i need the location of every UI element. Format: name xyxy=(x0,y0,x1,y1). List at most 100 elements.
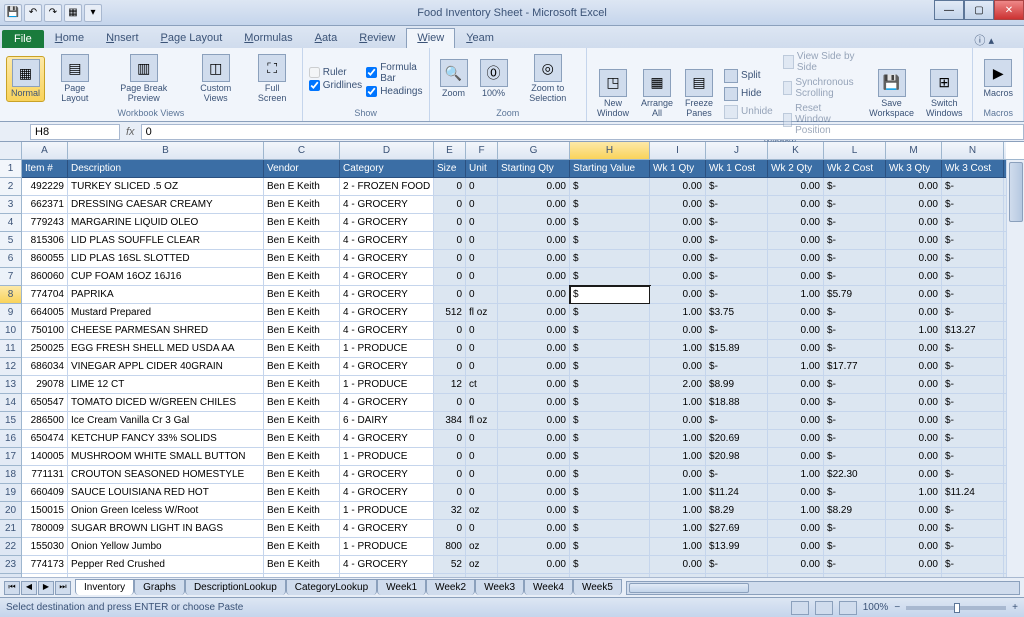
cell[interactable]: 0 xyxy=(434,520,466,538)
cell[interactable]: $ - xyxy=(942,268,1004,286)
cell[interactable]: 1.00 xyxy=(650,502,706,520)
header-cell[interactable]: Wk 2 Cost xyxy=(824,160,886,178)
cell[interactable]: 0 xyxy=(434,430,466,448)
cell[interactable]: 512 xyxy=(434,304,466,322)
cell[interactable]: 0.00 xyxy=(886,376,942,394)
cell[interactable]: 0.00 xyxy=(498,412,570,430)
cell[interactable]: $ xyxy=(570,484,650,502)
cell[interactable]: LIME 12 CT xyxy=(68,376,264,394)
cell[interactable]: 155030 xyxy=(22,538,68,556)
row-header-12[interactable]: 12 xyxy=(0,358,22,376)
switch-windows-button[interactable]: ⊞Switch Windows xyxy=(922,67,967,121)
zoom-slider[interactable] xyxy=(906,606,1006,610)
cell[interactable]: $ 17.77 xyxy=(824,358,886,376)
cell[interactable]: $ xyxy=(570,574,650,577)
cell[interactable]: $ - xyxy=(824,322,886,340)
cell[interactable]: 660409 xyxy=(22,484,68,502)
cell[interactable]: $ xyxy=(570,322,650,340)
header-cell[interactable]: Wk 2 Qty xyxy=(768,160,824,178)
cell[interactable]: $ - xyxy=(706,322,768,340)
cell[interactable]: 0.00 xyxy=(650,250,706,268)
cell[interactable]: 0 xyxy=(466,484,498,502)
cell[interactable]: 0.00 xyxy=(768,196,824,214)
zoom-out-button[interactable]: − xyxy=(894,602,900,613)
cell[interactable]: 0 xyxy=(434,196,466,214)
cell[interactable]: 0.00 xyxy=(886,556,942,574)
cell[interactable]: 929919 xyxy=(22,574,68,577)
cell[interactable]: 0.00 xyxy=(650,412,706,430)
header-cell[interactable]: Size xyxy=(434,160,466,178)
cell[interactable]: LID PLAS 16SL SLOTTED xyxy=(68,250,264,268)
cell[interactable]: 0.00 xyxy=(886,178,942,196)
cell[interactable]: 0.00 xyxy=(650,232,706,250)
cell[interactable]: 140005 xyxy=(22,448,68,466)
cell[interactable]: 1 - PRODUCE xyxy=(340,340,434,358)
col-header-I[interactable]: I xyxy=(650,142,706,160)
maximize-button[interactable]: ▢ xyxy=(964,0,994,20)
cell[interactable]: 0.00 xyxy=(886,196,942,214)
row-header-7[interactable]: 7 xyxy=(0,268,22,286)
cell[interactable]: 52 xyxy=(434,556,466,574)
cell[interactable]: $ xyxy=(570,178,650,196)
zoom-button[interactable]: 🔍Zoom xyxy=(436,57,472,101)
tab-formulas[interactable]: Mormulas xyxy=(233,28,303,48)
cell[interactable]: $ 13.27 xyxy=(942,322,1004,340)
cell[interactable]: 0 xyxy=(434,448,466,466)
cell[interactable]: 0 xyxy=(466,232,498,250)
cell[interactable]: 0 xyxy=(434,484,466,502)
zoom-in-button[interactable]: + xyxy=(1012,602,1018,613)
column-headers[interactable]: ABCDEFGHIJKLMNO xyxy=(22,142,1006,160)
cell[interactable]: 4 - GROCERY xyxy=(340,250,434,268)
cell[interactable]: 0 xyxy=(434,340,466,358)
unhide-button[interactable]: Unhide xyxy=(721,104,776,120)
cell[interactable]: Ben E Keith xyxy=(264,412,340,430)
formula-bar-checkbox[interactable]: Formula Bar xyxy=(366,62,422,84)
cell[interactable]: 1.00 xyxy=(650,304,706,322)
header-cell[interactable]: Starting Qty xyxy=(498,160,570,178)
cell[interactable]: $ 27.69 xyxy=(706,520,768,538)
cell[interactable]: $ - xyxy=(824,520,886,538)
cell[interactable]: $ - xyxy=(942,394,1004,412)
cell[interactable]: $ 18.88 xyxy=(706,394,768,412)
name-box[interactable]: H8 xyxy=(30,124,120,140)
cell[interactable]: 0.00 xyxy=(768,376,824,394)
cell[interactable]: oz xyxy=(466,502,498,520)
cell[interactable]: 0.00 xyxy=(498,304,570,322)
header-cell[interactable]: Vendor xyxy=(264,160,340,178)
cell[interactable]: $ 3.75 xyxy=(706,304,768,322)
cell[interactable]: $ xyxy=(570,430,650,448)
cell[interactable]: $ - xyxy=(942,412,1004,430)
cell[interactable]: Mustard Prepared xyxy=(68,304,264,322)
cell[interactable]: 0.00 xyxy=(768,448,824,466)
cell[interactable]: 0.00 xyxy=(498,520,570,538)
cell[interactable]: $ - xyxy=(824,538,886,556)
cell[interactable]: 0 xyxy=(466,340,498,358)
cell[interactable]: $ - xyxy=(706,358,768,376)
cell[interactable]: Ben E Keith xyxy=(264,448,340,466)
cell[interactable]: Ben E Keith xyxy=(264,322,340,340)
cell[interactable]: 0.00 xyxy=(498,394,570,412)
cell[interactable]: Ice Cream Vanilla Cr 3 Gal xyxy=(68,412,264,430)
cell[interactable]: 0 xyxy=(434,250,466,268)
cell[interactable]: 650547 xyxy=(22,394,68,412)
cell[interactable]: 0 xyxy=(466,448,498,466)
cell[interactable]: 0.00 xyxy=(650,178,706,196)
cell[interactable]: 0.00 xyxy=(886,232,942,250)
formula-input[interactable]: 0 xyxy=(141,124,1024,140)
page-layout-button[interactable]: ▤Page Layout xyxy=(49,52,101,106)
cell[interactable]: 0 xyxy=(434,178,466,196)
cell[interactable]: 1.00 xyxy=(650,430,706,448)
cell[interactable]: Ben E Keith xyxy=(264,214,340,232)
cell[interactable]: 0 xyxy=(434,322,466,340)
cell[interactable]: $ 20.69 xyxy=(706,430,768,448)
row-header-23[interactable]: 23 xyxy=(0,556,22,574)
cell[interactable]: 0.00 xyxy=(886,304,942,322)
save-workspace-button[interactable]: 💾Save Workspace xyxy=(865,67,918,121)
cell[interactable]: 1 - PRODUCE xyxy=(340,502,434,520)
cell[interactable]: 0.00 xyxy=(498,538,570,556)
cell[interactable]: 0 xyxy=(466,574,498,577)
cell[interactable]: 664005 xyxy=(22,304,68,322)
cell[interactable]: $ 11.24 xyxy=(706,484,768,502)
cell[interactable]: 1.00 xyxy=(886,484,942,502)
gridlines-checkbox[interactable]: Gridlines xyxy=(309,80,362,91)
